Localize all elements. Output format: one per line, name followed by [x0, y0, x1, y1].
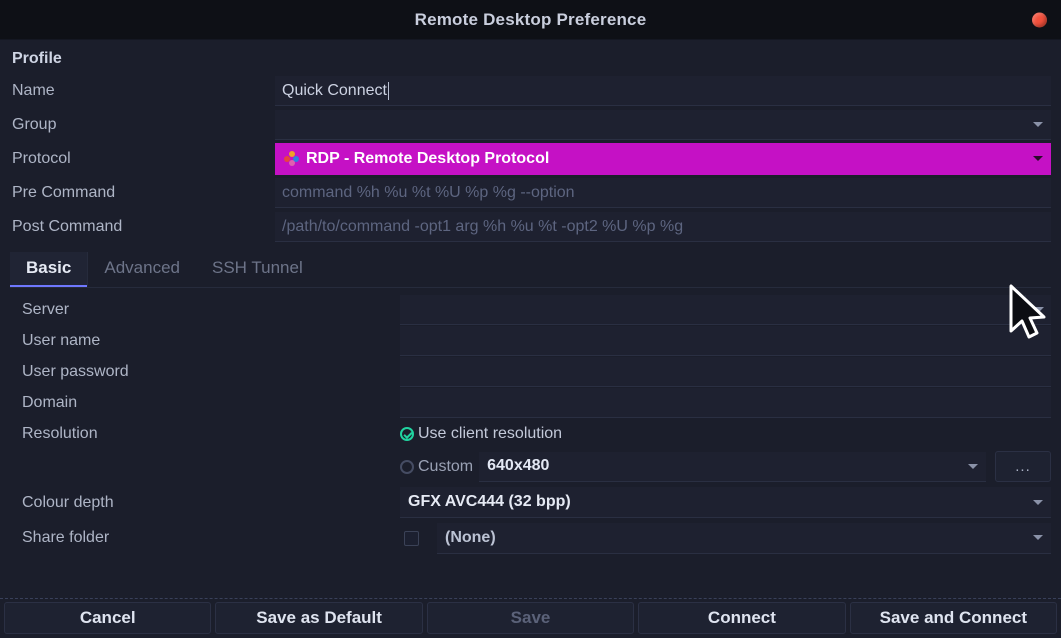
save-as-default-button[interactable]: Save as Default: [215, 602, 422, 634]
save-button[interactable]: Save: [427, 602, 634, 634]
user-name-input[interactable]: [400, 326, 1051, 356]
row-custom-resolution: Custom 640x480 ...: [10, 449, 1051, 484]
use-client-resolution-radio-row[interactable]: Use client resolution: [400, 418, 562, 449]
colour-depth-value: GFX AVC444 (32 bpp): [408, 493, 1025, 511]
text-caret: [388, 82, 389, 100]
resolution-browse-button[interactable]: ...: [995, 451, 1051, 482]
name-input[interactable]: Quick Connect: [275, 76, 1051, 106]
label-name: Name: [10, 82, 275, 100]
dialog-button-bar: Cancel Save as Default Save Connect Save…: [0, 598, 1061, 638]
custom-resolution-radio-row[interactable]: Custom: [400, 458, 473, 476]
radio-checked-icon[interactable]: [400, 427, 414, 441]
post-command-input[interactable]: /path/to/command -opt1 arg %h %u %t -opt…: [275, 212, 1051, 242]
row-resolution: Resolution Use client resolution: [10, 418, 1051, 449]
custom-resolution-value: 640x480: [487, 457, 960, 475]
row-user-password: User password: [10, 356, 1051, 387]
use-client-resolution-label: Use client resolution: [418, 425, 562, 443]
row-domain: Domain: [10, 387, 1051, 418]
chevron-down-icon[interactable]: [1025, 295, 1051, 324]
protocol-combobox[interactable]: RDP - Remote Desktop Protocol: [275, 143, 1051, 175]
row-user-name: User name: [10, 325, 1051, 356]
profile-section-title: Profile: [10, 40, 1051, 74]
group-combobox[interactable]: [275, 110, 1051, 140]
close-icon[interactable]: [1032, 12, 1047, 27]
row-protocol: Protocol RDP - Remote Desktop Protocol: [10, 142, 1051, 176]
server-combobox[interactable]: [400, 295, 1051, 325]
cancel-button[interactable]: Cancel: [4, 602, 211, 634]
save-and-connect-button[interactable]: Save and Connect: [850, 602, 1057, 634]
rdp-logo-icon: [284, 151, 299, 166]
profile-section: Profile Name Quick Connect Group Protoco…: [0, 40, 1061, 244]
radio-unchecked-icon[interactable]: [400, 460, 414, 474]
titlebar: Remote Desktop Preference: [0, 0, 1061, 40]
label-domain: Domain: [10, 394, 400, 412]
label-group: Group: [10, 116, 275, 134]
label-post-command: Post Command: [10, 218, 275, 236]
share-folder-checkbox[interactable]: [404, 531, 419, 546]
connect-button[interactable]: Connect: [638, 602, 845, 634]
label-user-name: User name: [10, 332, 400, 350]
page-title: Remote Desktop Preference: [415, 10, 647, 30]
label-colour-depth: Colour depth: [10, 494, 400, 512]
tab-ssh-tunnel[interactable]: SSH Tunnel: [196, 252, 319, 287]
chevron-down-icon[interactable]: [1025, 143, 1051, 174]
chevron-down-icon[interactable]: [1025, 523, 1051, 553]
row-server: Server: [10, 294, 1051, 325]
label-resolution: Resolution: [10, 425, 400, 443]
tabbar: Basic Advanced SSH Tunnel: [10, 252, 1051, 288]
tab-basic[interactable]: Basic: [10, 252, 87, 287]
row-colour-depth: Colour depth GFX AVC444 (32 bpp): [10, 484, 1051, 521]
custom-resolution-combobox[interactable]: 640x480: [479, 452, 986, 482]
chevron-down-icon[interactable]: [1025, 110, 1051, 139]
row-name: Name Quick Connect: [10, 74, 1051, 108]
protocol-combobox-value: RDP - Remote Desktop Protocol: [306, 150, 1025, 168]
label-share-folder: Share folder: [10, 529, 400, 547]
chevron-down-icon[interactable]: [1025, 487, 1051, 517]
label-pre-command: Pre Command: [10, 184, 275, 202]
custom-resolution-label: Custom: [418, 458, 473, 476]
pre-command-input[interactable]: command %h %u %t %U %p %g --option: [275, 178, 1051, 208]
share-folder-combobox[interactable]: (None): [437, 523, 1051, 554]
label-protocol: Protocol: [10, 150, 275, 168]
colour-depth-combobox[interactable]: GFX AVC444 (32 bpp): [400, 487, 1051, 518]
row-post-command: Post Command /path/to/command -opt1 arg …: [10, 210, 1051, 244]
label-server: Server: [10, 301, 400, 319]
row-group: Group: [10, 108, 1051, 142]
tab-advanced[interactable]: Advanced: [87, 252, 196, 287]
remote-desktop-preference-dialog: Remote Desktop Preference Profile Name Q…: [0, 0, 1061, 638]
share-folder-value: (None): [445, 529, 1025, 547]
chevron-down-icon[interactable]: [960, 452, 986, 481]
row-pre-command: Pre Command command %h %u %t %U %p %g --…: [10, 176, 1051, 210]
name-input-value: Quick Connect: [282, 76, 387, 106]
user-password-input[interactable]: [400, 357, 1051, 387]
row-share-folder: Share folder (None): [10, 521, 1051, 555]
domain-input[interactable]: [400, 388, 1051, 418]
basic-panel: Server User name User password Domain: [0, 288, 1061, 555]
label-user-password: User password: [10, 363, 400, 381]
